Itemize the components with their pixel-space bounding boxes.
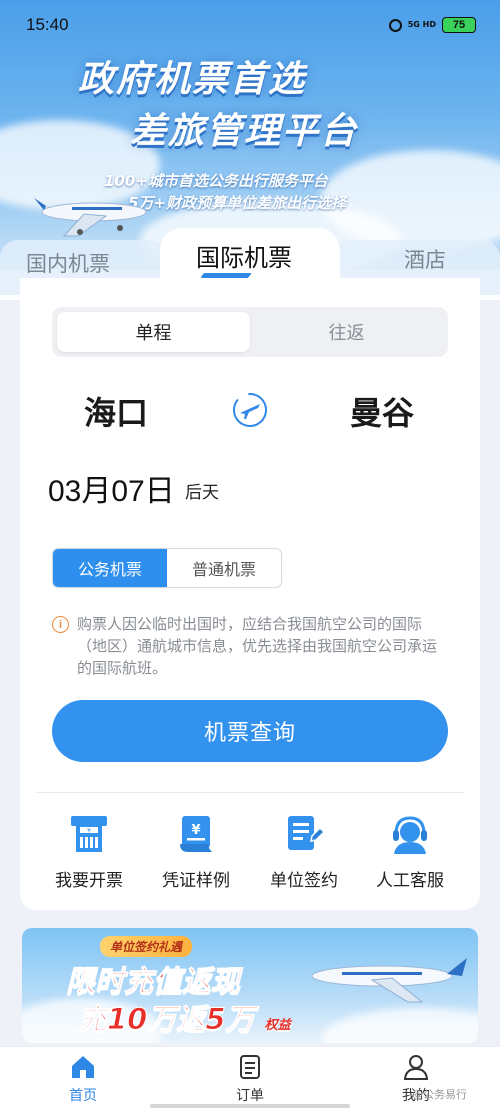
nav-orders[interactable]: 订单 bbox=[210, 1053, 290, 1105]
alarm-icon bbox=[388, 18, 402, 32]
quick-action-label: 单位签约 bbox=[270, 871, 338, 891]
promo-subheadline: 充10万返5万 权益 bbox=[78, 996, 291, 1038]
status-time: 15:40 bbox=[26, 15, 69, 34]
promo-tag: 权益 bbox=[264, 1018, 291, 1033]
hero-title-line1: 政府机票首选 bbox=[78, 59, 307, 100]
customer-service-icon bbox=[393, 816, 427, 854]
quick-action-label: 人工客服 bbox=[376, 871, 444, 891]
date-relative-label: 后天 bbox=[185, 483, 219, 503]
nav-home[interactable]: 首页 bbox=[43, 1053, 123, 1105]
promo-headline: 限时充值返现 bbox=[65, 964, 241, 999]
voucher-icon: ¥ bbox=[180, 816, 212, 852]
nav-orders-label: 订单 bbox=[236, 1088, 264, 1104]
purchase-notice: i 购票人因公临时出国时，应结合我国航空公司的国际（地区）通航城市信息，优先选择… bbox=[52, 613, 448, 679]
quick-action-contract[interactable]: 单位签约 bbox=[249, 812, 359, 896]
svg-text:¥: ¥ bbox=[191, 823, 200, 838]
tab-hotel[interactable]: 酒店 bbox=[404, 244, 446, 274]
network-label: 5G HD bbox=[407, 20, 436, 29]
svg-text:¥: ¥ bbox=[87, 828, 91, 835]
contract-icon bbox=[288, 816, 326, 850]
trip-oneway-option[interactable]: 单程 bbox=[57, 312, 250, 352]
departure-date[interactable]: 03月07日 bbox=[48, 466, 175, 510]
quick-action-voucher[interactable]: ¥ 凭证样例 bbox=[141, 812, 251, 896]
ticket-official-option[interactable]: 公务机票 bbox=[53, 549, 167, 587]
flight-search-button[interactable]: 机票查询 bbox=[52, 700, 448, 762]
airplane-swap-icon[interactable] bbox=[232, 392, 268, 428]
quick-action-label: 我要开票 bbox=[55, 871, 123, 891]
trip-round-option[interactable]: 往返 bbox=[250, 312, 443, 352]
info-icon: i bbox=[52, 616, 69, 633]
status-bar: 15:40 5G HD 75 bbox=[0, 0, 500, 50]
tab-domestic-flights[interactable]: 国内机票 bbox=[26, 248, 110, 278]
quick-action-customer-service[interactable]: 人工客服 bbox=[355, 812, 465, 896]
quick-action-invoice[interactable]: ¥ 我要开票 bbox=[34, 812, 144, 896]
trip-type-toggle: 单程 往返 bbox=[52, 307, 448, 357]
arrival-city[interactable]: 曼谷 bbox=[350, 388, 414, 434]
promo-airplane-illustration bbox=[311, 958, 467, 1003]
watermark: @公务易行 bbox=[412, 1088, 467, 1101]
ticket-regular-option[interactable]: 普通机票 bbox=[167, 549, 281, 587]
category-tabs: 国内机票 国际机票 酒店 bbox=[0, 228, 500, 298]
promo-subheadline-text: 充10万返5万 bbox=[78, 1002, 256, 1037]
hero-title-line2: 差旅管理平台 bbox=[130, 111, 359, 152]
status-icons: 5G HD 75 bbox=[388, 17, 476, 33]
invoice-icon: ¥ bbox=[71, 816, 107, 852]
ticket-type-selector: 公务机票 普通机票 bbox=[52, 548, 282, 588]
notice-text: 购票人因公临时出国时，应结合我国航空公司的国际（地区）通航城市信息，优先选择由我… bbox=[77, 615, 438, 677]
home-indicator bbox=[150, 1104, 350, 1108]
promo-pill: 单位签约礼遇 bbox=[100, 936, 193, 957]
quick-action-label: 凭证样例 bbox=[162, 871, 230, 891]
divider bbox=[36, 792, 464, 793]
departure-city[interactable]: 海口 bbox=[84, 388, 148, 434]
home-icon bbox=[72, 1056, 94, 1078]
promo-banner[interactable]: 单位签约礼遇 限时充值返现 充10万返5万 权益 bbox=[22, 928, 478, 1043]
orders-icon bbox=[240, 1055, 260, 1079]
nav-home-label: 首页 bbox=[69, 1088, 97, 1104]
battery-icon: 75 bbox=[442, 17, 476, 33]
profile-icon bbox=[403, 1055, 429, 1080]
tab-international-flights[interactable]: 国际机票 bbox=[196, 238, 292, 273]
hero-subtitle-line1: 100+城市首选公务出行服务平台 bbox=[104, 172, 328, 190]
